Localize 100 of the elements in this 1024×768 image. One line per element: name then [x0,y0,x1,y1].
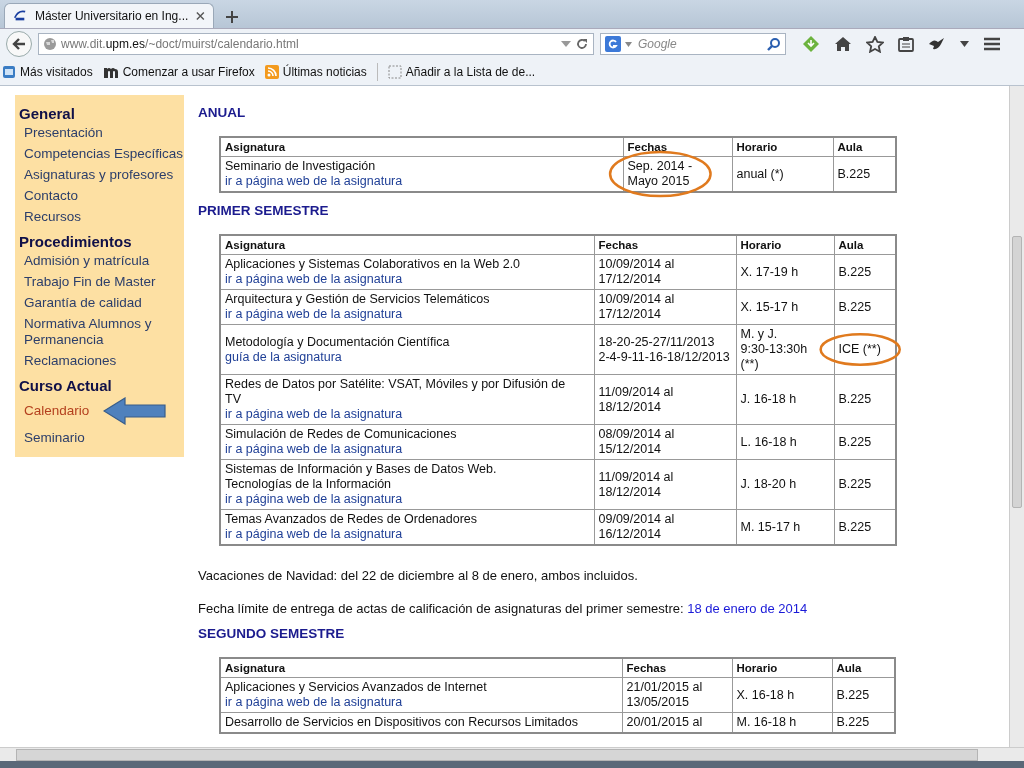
dates-cell: 11/09/2014 al 18/12/2014 [598,384,674,414]
new-tab-icon[interactable] [226,11,238,23]
sidebar-link[interactable]: Recursos [24,209,82,225]
sidebar-link[interactable]: Asignaturas y profesores [24,167,174,183]
subject-name: Arquitectura y Gestión de Servicios Telemáticos [225,292,491,307]
subject-link[interactable]: ir a página web de la asignatura [225,407,403,421]
column-header: Aula [837,141,863,153]
bird-icon[interactable] [928,37,946,51]
subject-link[interactable]: ir a página web de la asignatura [225,492,403,506]
schedule-cell: X. 16-18 h [736,687,795,702]
browser-tab[interactable]: Máster Universitario en Ing... [4,3,214,28]
sidebar-link[interactable]: Normativa Alumnos y Permanencia [24,316,184,348]
room-cell: B.225 [837,166,871,181]
column-header: Fechas [626,662,667,674]
column-header: Fechas [598,239,639,251]
m-logo-icon [102,66,119,78]
schedule-cell: L. 16-18 h [740,434,797,449]
site-logo-icon [13,9,27,23]
bookmark-link[interactable]: Comenzar a usar Firefox [122,65,255,79]
bookmark-link[interactable]: Más visitados [20,65,93,79]
note-text: Fecha límite de entrega de actas de calificación de asignaturas del primer semestre: 18 de enero de 2014 [198,601,809,616]
subject-link[interactable]: ir a página web de la asignatura [225,527,403,541]
subject-link[interactable]: ir a página web de la asignatura [225,174,403,188]
sidebar-link[interactable]: Seminario [24,430,85,446]
schedule-cell: M. 16-18 h [736,715,797,729]
schedule-cell: anual (*) [736,166,784,181]
back-button[interactable] [6,31,32,57]
dates-cell: 11/09/2014 al 18/12/2014 [598,469,674,499]
google-g-icon [605,36,621,52]
sidebar-link[interactable]: Calendario [24,403,90,419]
subject-name: Metodología y Documentación Científica [225,334,451,350]
globe-icon [43,37,57,51]
back-arrow-icon [12,38,26,50]
address-bar[interactable]: www.dit.upm.es/~doct/muirst/calendario.html [38,33,594,55]
room-cell: B.225 [838,392,872,406]
url-text: www.dit.upm.es/~doct/muirst/calendario.html [61,37,300,51]
search-field[interactable]: Google [636,36,763,52]
dates-cell: 21/01/2015 al 13/05/2015 [626,680,703,709]
scrollbar-thumb[interactable] [16,749,978,761]
subject-link[interactable]: ir a página web de la asignatura [225,307,403,321]
close-icon[interactable] [196,11,205,21]
search-icon[interactable] [767,37,781,51]
bookmark-link[interactable]: Últimas noticias [282,65,367,79]
column-header: Fechas [627,141,668,153]
subject-link[interactable]: ir a página web de la asignatura [225,695,403,709]
dates-cell: 08/09/2014 al 15/12/2014 [598,427,675,456]
sidebar-link[interactable]: Trabajo Fin de Master [24,274,156,290]
room-cell: B.225 [836,715,870,729]
dates-cell: 20/01/2015 al [626,715,703,729]
room-cell: B.225 [838,519,872,534]
dashed-box-icon [387,65,402,79]
room-cell: B.225 [838,477,872,491]
sidebar-link[interactable]: Competencias Específicas [24,146,184,162]
room-cell: B.225 [838,264,872,279]
subject-name: Simulación de Redes de Comunicaciones [225,427,458,442]
search-bar[interactable]: Google [600,33,786,55]
tab-title: Máster Universitario en Ing... [34,9,189,23]
dates-cell: 09/09/2014 al 16/12/2014 [598,512,675,541]
sidebar-link[interactable]: Presentación [24,125,103,141]
dates-cell: 10/09/2014 al 17/12/2014 [598,257,675,286]
scrollbar-thumb[interactable] [1012,236,1022,508]
column-header: Aula [838,239,864,251]
date-link[interactable]: 18 de enero de 2014 [687,601,808,616]
dropdown-icon[interactable] [960,41,969,47]
column-header: Aula [836,662,862,674]
bookmark-link[interactable]: Añadir a la Lista de de... [405,65,536,79]
schedule-cell: J. 16-18 h [740,392,797,406]
sidebar-link[interactable]: Garantía de calidad [24,295,142,311]
room-cell: ICE (**) [838,342,881,356]
subject-name: Seminario de Investigación [225,159,377,174]
schedule-cell: J. 18-20 h [740,477,797,491]
column-header: Asignatura [225,141,286,153]
sidebar-heading: Curso Actual [19,377,113,394]
subject-link[interactable]: guía de la asignatura [225,349,342,364]
home-icon[interactable] [834,36,852,52]
sidebar-link[interactable]: Reclamaciones [24,353,117,369]
column-header: Horario [736,141,778,153]
star-icon[interactable] [866,35,884,53]
column-header: Asignatura [225,662,286,674]
subject-name: Aplicaciones y Servicios Avanzados de Internet [225,680,488,695]
section-heading: SEGUNDO SEMESTRE [198,626,346,641]
sidebar-link[interactable]: Admisión y matrícula [24,253,150,269]
bookmark-folder-icon [2,65,16,79]
clipboard-icon[interactable] [898,36,914,52]
menu-icon[interactable] [983,37,1001,51]
reload-icon[interactable] [575,37,589,51]
subject-link[interactable]: ir a página web de la asignatura [225,442,403,456]
subject-name: Redes de Datos por Satélite: VSAT, Móviles y por Difusión de TV [225,377,567,407]
room-cell: B.225 [838,299,872,314]
column-header: Horario [740,239,782,251]
room-cell: B.225 [836,687,870,702]
dates-cell: 10/09/2014 al 17/12/2014 [598,292,675,321]
dates-cell: 18-20-25-27/11/2013 2-4-9-11-16-18/12/2013 [598,334,730,364]
schedule-cell: M. 15-17 h [740,519,801,534]
sidebar-link[interactable]: Contacto [24,188,79,204]
subject-link[interactable]: ir a página web de la asignatura [225,272,403,286]
subject-name: Desarrollo de Servicios en Dispositivos con Recursos Limitados [225,715,579,730]
column-header: Horario [736,662,778,674]
section-heading: PRIMER SEMESTRE [198,203,330,218]
download-arrow-icon[interactable] [802,35,820,53]
